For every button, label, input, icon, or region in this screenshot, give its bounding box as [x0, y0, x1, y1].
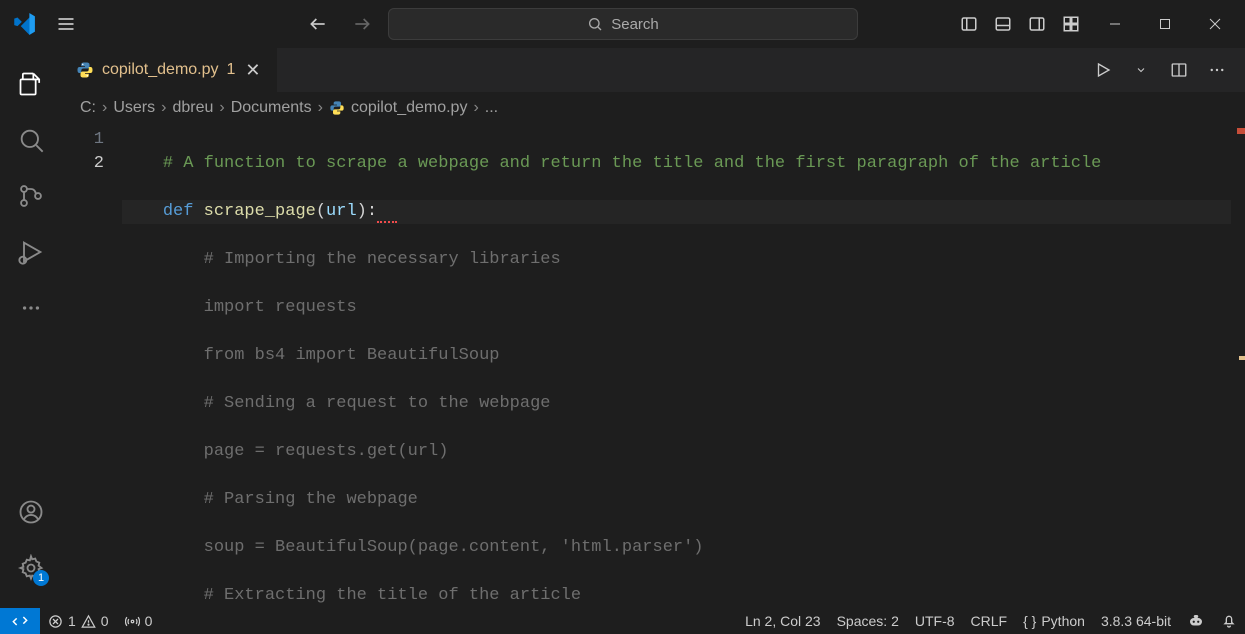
copilot-status-icon[interactable] [1179, 608, 1213, 634]
ghost-text: soup = BeautifulSoup(page.content, 'html… [204, 538, 704, 557]
chevron-right-icon: › [102, 99, 107, 117]
customize-layout-icon[interactable] [1055, 8, 1087, 40]
search-icon [587, 16, 603, 32]
editor-area: copilot_demo.py 1 ✕ C: › Users › dbreu › Do… [62, 48, 1245, 608]
toggle-secondary-sidebar-icon[interactable] [1021, 8, 1053, 40]
crumb[interactable]: dbreu [172, 99, 213, 117]
settings-gear-icon[interactable]: 1 [7, 544, 55, 592]
code-editor[interactable]: 1 2 # A function to scrape a webpage and… [62, 124, 1245, 608]
run-dropdown-icon[interactable] [1127, 56, 1155, 84]
crumb[interactable]: C: [80, 99, 96, 117]
eol-status[interactable]: CRLF [963, 608, 1016, 634]
braces-icon: { } [1023, 613, 1036, 629]
close-button[interactable] [1193, 6, 1237, 42]
ghost-text: import requests [204, 298, 357, 317]
accounts-icon[interactable] [7, 488, 55, 536]
error-icon [48, 614, 63, 629]
ghost-text: from bs4 import BeautifulSoup [204, 346, 500, 365]
remote-button[interactable] [0, 608, 40, 634]
error-squiggle [377, 202, 397, 223]
settings-badge: 1 [33, 570, 49, 586]
explorer-icon[interactable] [7, 60, 55, 108]
tab-modified-indicator: 1 [227, 61, 236, 79]
code-text: ( [316, 202, 326, 221]
code-text: url [326, 202, 357, 221]
activity-bar: 1 [0, 48, 62, 608]
code-text: : [367, 202, 377, 221]
chevron-right-icon: › [219, 99, 224, 117]
minimap-error-marker [1237, 128, 1245, 134]
nav-forward-button[interactable] [344, 6, 380, 42]
ghost-text: page = requests.get(url) [204, 442, 449, 461]
cursor-position[interactable]: Ln 2, Col 23 [737, 608, 829, 634]
ghost-text: # Sending a request to the webpage [204, 394, 551, 413]
close-tab-icon[interactable]: ✕ [243, 58, 262, 83]
python-file-icon [76, 61, 94, 79]
chevron-right-icon: › [161, 99, 166, 117]
language-mode[interactable]: { }Python [1015, 608, 1093, 634]
encoding-status[interactable]: UTF-8 [907, 608, 963, 634]
minimap[interactable] [1231, 124, 1245, 608]
line-number: 1 [62, 128, 104, 152]
python-interpreter[interactable]: 3.8.3 64-bit [1093, 608, 1179, 634]
source-control-icon[interactable] [7, 172, 55, 220]
code-text: ) [357, 202, 367, 221]
indentation-status[interactable]: Spaces: 2 [829, 608, 907, 634]
maximize-button[interactable] [1143, 6, 1187, 42]
warning-count: 0 [101, 613, 109, 629]
run-file-button[interactable] [1089, 56, 1117, 84]
chevron-right-icon: › [318, 99, 323, 117]
nav-back-button[interactable] [300, 6, 336, 42]
status-bar: 1 0 0 Ln 2, Col 23 Spaces: 2 UTF-8 CRLF … [0, 608, 1245, 634]
crumb-file[interactable]: copilot_demo.py [351, 99, 468, 117]
crumb[interactable]: Users [113, 99, 155, 117]
error-count: 1 [68, 613, 76, 629]
ghost-text: # Extracting the title of the article [204, 586, 581, 605]
tab-copilot-demo[interactable]: copilot_demo.py 1 ✕ [62, 48, 278, 92]
code-text: scrape_page [204, 202, 316, 221]
chevron-right-icon: › [473, 99, 478, 117]
ports-count: 0 [145, 613, 153, 629]
more-icon[interactable] [7, 284, 55, 332]
hamburger-menu-icon[interactable] [48, 6, 84, 42]
command-center-search[interactable]: Search [388, 8, 858, 40]
search-placeholder: Search [611, 16, 659, 33]
warning-icon [81, 614, 96, 629]
ghost-text: # Importing the necessary libraries [204, 250, 561, 269]
split-editor-icon[interactable] [1165, 56, 1193, 84]
ghost-text: # Parsing the webpage [204, 490, 418, 509]
search-sidebar-icon[interactable] [7, 116, 55, 164]
run-debug-icon[interactable] [7, 228, 55, 276]
code-text: def [163, 202, 204, 221]
broadcast-icon [125, 614, 140, 629]
ports-status[interactable]: 0 [117, 608, 161, 634]
notifications-icon[interactable] [1213, 608, 1245, 634]
code-text: # A function to scrape a webpage and ret… [163, 154, 1102, 173]
line-number-gutter: 1 2 [62, 124, 122, 608]
minimize-button[interactable] [1093, 6, 1137, 42]
code-content[interactable]: # A function to scrape a webpage and ret… [122, 124, 1231, 608]
tab-filename: copilot_demo.py [102, 61, 219, 79]
breadcrumbs[interactable]: C: › Users › dbreu › Documents › copilot_dem… [62, 92, 1245, 124]
toggle-panel-icon[interactable] [987, 8, 1019, 40]
line-number: 2 [62, 152, 104, 176]
title-bar: Search [0, 0, 1245, 48]
editor-more-icon[interactable] [1203, 56, 1231, 84]
vscode-logo-icon [8, 8, 40, 40]
tab-bar: copilot_demo.py 1 ✕ [62, 48, 1245, 92]
toggle-primary-sidebar-icon[interactable] [953, 8, 985, 40]
minimap-change-marker [1239, 356, 1245, 360]
python-file-icon [329, 100, 345, 116]
crumb[interactable]: Documents [231, 99, 312, 117]
crumb-tail[interactable]: ... [485, 99, 498, 117]
problems-status[interactable]: 1 0 [40, 608, 117, 634]
